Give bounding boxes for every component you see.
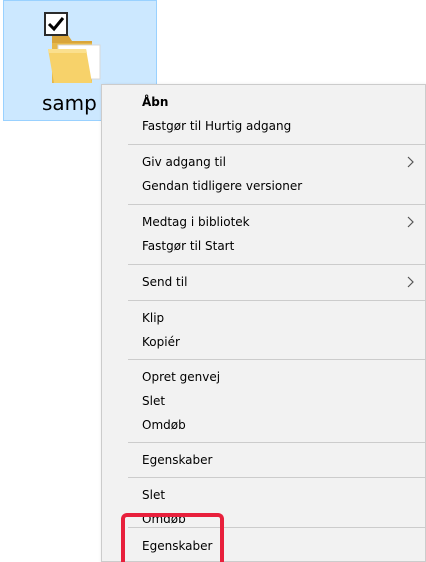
menu-item-send-to[interactable]: Send til	[102, 270, 425, 294]
menu-separator	[128, 442, 425, 443]
checkmark-icon	[47, 17, 65, 32]
menu-item-cut[interactable]: Klip	[102, 306, 425, 330]
chevron-right-icon	[407, 276, 414, 288]
menu-separator	[128, 359, 425, 360]
menu-item-copy[interactable]: Kopiér	[102, 330, 425, 354]
menu-item-properties-highlighted[interactable]: Egenskaber	[102, 534, 425, 558]
menu-item-label: Giv adgang til	[142, 155, 226, 169]
chevron-right-icon	[407, 156, 414, 168]
menu-item-pin-quick-access[interactable]: Fastgør til Hurtig adgang	[102, 114, 425, 138]
menu-item-label: Fastgør til Start	[142, 239, 235, 253]
menu-item-label: Slet	[142, 394, 166, 408]
menu-item-include-library[interactable]: Medtag i bibliotek	[102, 210, 425, 234]
menu-item-delete-duplicate[interactable]: Slet	[102, 483, 425, 507]
menu-item-create-shortcut[interactable]: Opret genvej	[102, 365, 425, 389]
menu-item-label: Klip	[142, 311, 165, 325]
menu-item-restore-versions[interactable]: Gendan tidligere versioner	[102, 174, 425, 198]
context-menu: Åbn Fastgør til Hurtig adgang Giv adgang…	[101, 84, 426, 562]
menu-item-delete[interactable]: Slet	[102, 389, 425, 413]
menu-item-label: Medtag i bibliotek	[142, 215, 250, 229]
desktop: samp Åbn Fastgør til Hurtig adgang Giv a…	[0, 0, 426, 562]
menu-item-properties[interactable]: Egenskaber	[102, 448, 425, 472]
menu-item-label: Omdøb	[142, 418, 186, 432]
select-checkbox[interactable]	[44, 12, 68, 36]
menu-item-label: Gendan tidligere versioner	[142, 179, 303, 193]
menu-item-open[interactable]: Åbn	[102, 90, 425, 114]
menu-separator	[128, 264, 425, 265]
menu-item-label: Åbn	[142, 95, 169, 109]
menu-separator	[128, 527, 425, 528]
menu-separator	[128, 204, 425, 205]
menu-item-label: Slet	[142, 488, 166, 502]
menu-separator	[128, 477, 425, 478]
menu-item-pin-start[interactable]: Fastgør til Start	[102, 234, 425, 258]
menu-item-label: Kopiér	[142, 335, 180, 349]
menu-separator	[128, 144, 425, 145]
menu-item-give-access[interactable]: Giv adgang til	[102, 150, 425, 174]
menu-item-label: Send til	[142, 275, 188, 289]
chevron-right-icon	[407, 216, 414, 228]
menu-item-label: Egenskaber	[142, 539, 213, 553]
menu-item-label: Opret genvej	[142, 370, 221, 384]
file-name-label: samp	[42, 91, 97, 115]
menu-item-rename[interactable]: Omdøb	[102, 413, 425, 437]
menu-item-label: Fastgør til Hurtig adgang	[142, 119, 292, 133]
menu-item-label: Egenskaber	[142, 453, 213, 467]
menu-separator	[128, 300, 425, 301]
